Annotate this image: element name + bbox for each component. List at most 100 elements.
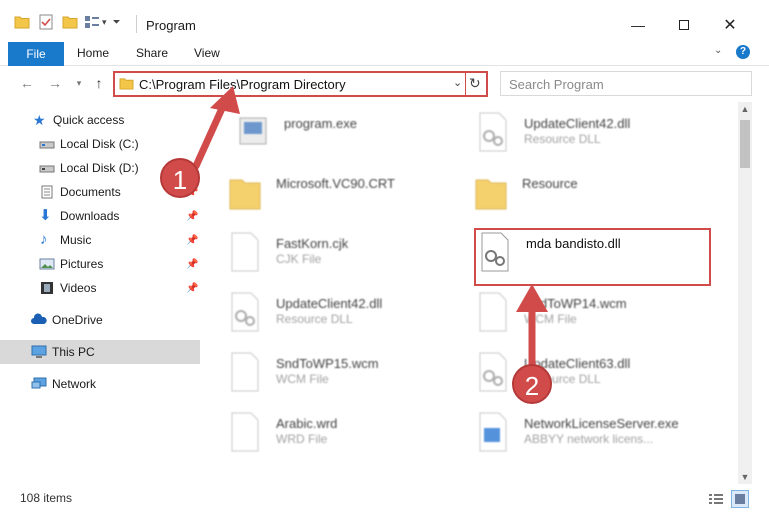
maximize-icon xyxy=(679,20,689,30)
nav-item-label: Local Disk (C:) xyxy=(60,137,139,151)
title-bar: ▾ ⏷ Program — ✕ xyxy=(0,0,769,40)
search-placeholder: Search Program xyxy=(509,77,604,92)
customize-toolbar-icon[interactable]: ⏷ xyxy=(113,17,121,28)
dll-icon xyxy=(479,112,507,152)
file-item[interactable]: Resource xyxy=(474,168,724,228)
file-item[interactable]: UpdateClient42.dll Resource DLL xyxy=(228,288,468,348)
pin-icon[interactable]: 📌 xyxy=(186,211,198,222)
nav-item-quick-access[interactable]: ★ Quick access xyxy=(0,108,200,132)
close-button[interactable]: ✕ xyxy=(710,14,750,36)
nav-item-videos[interactable]: Videos 📌 xyxy=(0,276,200,300)
nav-item-music[interactable]: ♪ Music 📌 xyxy=(0,228,200,252)
nav-item-label: Network xyxy=(52,377,97,391)
file-type: Resource DLL xyxy=(524,132,601,146)
pin-icon[interactable]: 📌 xyxy=(186,259,198,270)
exe-icon xyxy=(239,117,267,145)
pin-icon[interactable]: 📌 xyxy=(186,283,198,294)
folder-icon[interactable] xyxy=(14,15,30,29)
nav-item-label: Documents xyxy=(60,185,121,199)
file-name: Arabic.wrd xyxy=(276,416,338,431)
dll-icon xyxy=(479,352,507,392)
nav-item-local-disk-c[interactable]: Local Disk (C:) xyxy=(0,132,200,156)
nav-item-label: Videos xyxy=(60,281,97,295)
nav-item-network[interactable]: Network xyxy=(0,372,200,396)
quick-access-toolbar: ▾ ⏷ xyxy=(14,14,121,30)
exe-icon xyxy=(479,412,507,452)
tab-view[interactable]: View xyxy=(194,40,220,66)
vertical-scrollbar[interactable]: ▲ ▼ xyxy=(738,102,752,484)
nav-item-onedrive[interactable]: OneDrive xyxy=(0,308,200,332)
tab-share[interactable]: Share xyxy=(136,40,168,66)
arrow-up-icon: ↑ xyxy=(95,75,103,91)
nav-item-label: This PC xyxy=(52,345,95,359)
address-bar[interactable]: C:\Program Files\Program Directory ⌄ ↻ xyxy=(113,71,488,97)
folder-icon xyxy=(119,78,134,90)
window-title: Program xyxy=(146,18,196,33)
dll-icon xyxy=(231,292,259,332)
file-type: CJK File xyxy=(276,252,322,266)
scroll-thumb[interactable] xyxy=(740,120,750,168)
file-icon xyxy=(231,232,259,272)
file-item[interactable]: NetworkLicenseServer.exe ABBYY network l… xyxy=(476,408,726,468)
minimize-icon: — xyxy=(631,17,645,33)
file-icon xyxy=(231,412,259,452)
ribbon-collapse-icon[interactable]: ⌄ xyxy=(714,45,722,56)
pin-icon[interactable]: 📌 xyxy=(186,235,198,246)
file-name: Microsoft.VC90.CRT xyxy=(276,176,395,191)
nav-item-label: Quick access xyxy=(53,113,125,127)
status-bar: 108 items xyxy=(0,484,769,521)
file-item[interactable]: UpdateClient42.dll Resource DLL xyxy=(476,108,726,168)
file-name: FastKorn.cjk xyxy=(276,236,349,251)
recent-locations-button[interactable]: ▾ xyxy=(70,74,88,92)
tab-home[interactable]: Home xyxy=(77,40,109,66)
nav-item-downloads[interactable]: ⬇ Downloads 📌 xyxy=(0,204,200,228)
music-icon: ♪ xyxy=(40,231,48,248)
file-name: UpdateClient42.dll xyxy=(524,116,631,131)
view-options-icon[interactable] xyxy=(84,15,100,29)
scroll-down-icon[interactable]: ▼ xyxy=(738,470,752,484)
new-folder-icon[interactable] xyxy=(62,15,78,29)
properties-icon[interactable] xyxy=(38,14,54,30)
file-item[interactable]: FastKorn.cjk CJK File xyxy=(228,228,468,288)
annotation-highlight-box xyxy=(474,228,711,286)
file-name: NetworkLicenseServer.exe xyxy=(524,416,679,431)
file-item[interactable]: Microsoft.VC90.CRT xyxy=(228,168,468,228)
minimize-button[interactable]: — xyxy=(618,14,658,36)
title-separator xyxy=(136,15,137,33)
nav-item-label: Pictures xyxy=(60,257,104,271)
file-item[interactable]: program.exe xyxy=(236,108,466,168)
address-history-icon[interactable]: ⌄ xyxy=(453,76,462,89)
nav-item-label: Downloads xyxy=(60,209,120,223)
arrow-left-icon: ← xyxy=(20,75,34,91)
drive-icon xyxy=(39,141,55,149)
refresh-icon[interactable]: ↻ xyxy=(469,75,481,92)
file-name: SndToWP14.wcm xyxy=(524,296,627,311)
download-icon: ⬇ xyxy=(39,207,52,224)
nav-item-this-pc[interactable]: This PC xyxy=(0,340,200,364)
annotation-step-1: 1 xyxy=(160,158,200,198)
large-icons-view-button[interactable] xyxy=(731,490,749,508)
tab-file[interactable]: File xyxy=(8,42,64,66)
back-button[interactable]: ← xyxy=(18,74,36,92)
arrow-right-icon: → xyxy=(48,75,62,91)
file-name: UpdateClient42.dll xyxy=(276,296,383,311)
file-item[interactable]: SndToWP15.wcm WCM File xyxy=(228,348,468,408)
nav-item-pictures[interactable]: Pictures 📌 xyxy=(0,252,200,276)
search-box[interactable]: Search Program xyxy=(500,71,752,96)
file-item[interactable]: SndToWP14.wcm WCM File xyxy=(476,288,726,348)
chevron-down-icon[interactable]: ▾ xyxy=(102,17,107,28)
address-separator xyxy=(465,73,466,95)
forward-button[interactable]: → xyxy=(46,74,64,92)
details-view-icon[interactable] xyxy=(708,492,724,506)
file-icon xyxy=(231,352,259,392)
file-item[interactable]: Arabic.wrd WRD File xyxy=(228,408,468,468)
computer-icon xyxy=(31,345,47,358)
up-button[interactable]: ↑ xyxy=(90,74,108,92)
file-icon xyxy=(479,292,507,332)
maximize-button[interactable] xyxy=(664,14,704,36)
documents-icon xyxy=(41,185,53,199)
help-icon[interactable]: ? xyxy=(736,45,750,59)
scroll-up-icon[interactable]: ▲ xyxy=(738,102,752,116)
ribbon-tabs: File Home Share View ⌄ ? xyxy=(0,40,769,66)
drive-icon xyxy=(39,165,55,173)
